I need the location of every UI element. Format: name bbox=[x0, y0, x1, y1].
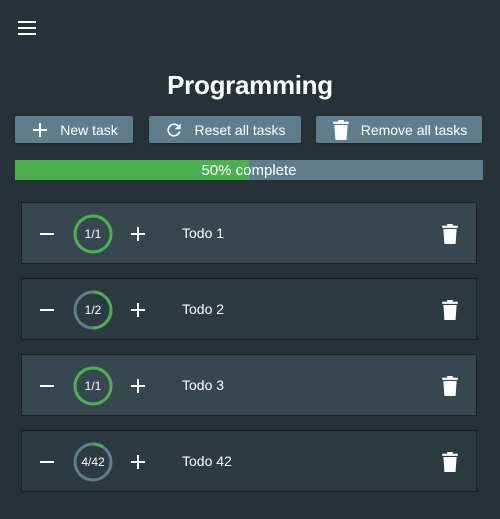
delete-task-button[interactable] bbox=[441, 452, 459, 472]
task-name: Todo 42 bbox=[182, 453, 232, 469]
increment-button[interactable] bbox=[131, 379, 145, 393]
trash-icon bbox=[331, 119, 351, 140]
action-bar: New task Reset all tasks Remove all task… bbox=[15, 116, 482, 144]
increment-button[interactable] bbox=[131, 455, 145, 469]
progress-bar: 50% complete bbox=[15, 160, 483, 180]
increment-button[interactable] bbox=[131, 303, 145, 317]
task-count: 4/42 bbox=[81, 455, 105, 469]
decrement-button[interactable] bbox=[40, 461, 54, 463]
task-row: 1/1 Todo 1 bbox=[21, 202, 477, 264]
progress-ring: 1/1 bbox=[72, 365, 114, 407]
hamburger-menu-icon bbox=[18, 21, 36, 23]
task-row: 1/2 Todo 2 bbox=[21, 278, 477, 340]
delete-task-button[interactable] bbox=[441, 376, 459, 396]
task-name: Todo 3 bbox=[182, 377, 225, 393]
reset-all-tasks-button[interactable]: Reset all tasks bbox=[149, 116, 301, 143]
remove-all-tasks-label: Remove all tasks bbox=[360, 121, 468, 138]
trash-icon bbox=[442, 224, 458, 244]
task-name: Todo 1 bbox=[182, 225, 225, 241]
task-list: 1/1 Todo 1 1/2 Todo 2 1/1 Todo 3 4/42 To… bbox=[21, 202, 477, 506]
increment-button[interactable] bbox=[131, 227, 145, 241]
progress-label: 50% complete bbox=[201, 161, 297, 179]
task-count: 1/2 bbox=[84, 303, 102, 317]
progress-ring: 1/2 bbox=[72, 289, 114, 331]
trash-icon bbox=[442, 376, 458, 396]
trash-icon bbox=[442, 452, 458, 472]
task-name: Todo 2 bbox=[182, 301, 225, 317]
task-row: 4/42 Todo 42 bbox=[21, 430, 477, 492]
page-title: Programming bbox=[167, 70, 333, 100]
new-task-button[interactable]: New task bbox=[15, 116, 133, 143]
reset-all-tasks-label: Reset all tasks bbox=[194, 121, 286, 138]
task-count: 1/1 bbox=[84, 227, 102, 241]
decrement-button[interactable] bbox=[40, 309, 54, 311]
refresh-icon bbox=[164, 120, 184, 140]
remove-all-tasks-button[interactable]: Remove all tasks bbox=[316, 116, 482, 143]
plus-icon bbox=[30, 120, 50, 140]
trash-icon bbox=[442, 300, 458, 320]
delete-task-button[interactable] bbox=[441, 224, 459, 244]
decrement-button[interactable] bbox=[40, 385, 54, 387]
task-count: 1/1 bbox=[84, 379, 102, 393]
new-task-label: New task bbox=[60, 121, 118, 138]
menu-button[interactable] bbox=[14, 15, 40, 41]
decrement-button[interactable] bbox=[40, 233, 54, 235]
progress-ring: 1/1 bbox=[72, 213, 114, 255]
progress-ring: 4/42 bbox=[72, 441, 114, 483]
delete-task-button[interactable] bbox=[441, 300, 459, 320]
task-row: 1/1 Todo 3 bbox=[21, 354, 477, 416]
